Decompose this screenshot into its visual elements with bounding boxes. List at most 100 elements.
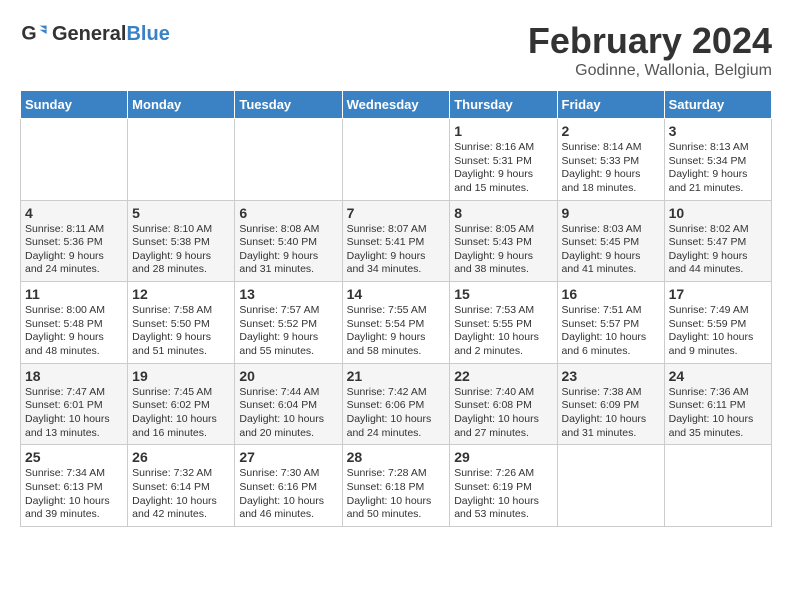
day-info: Sunrise: 7:53 AM <box>454 304 552 318</box>
calendar-cell: 22Sunrise: 7:40 AMSunset: 6:08 PMDayligh… <box>450 363 557 445</box>
calendar-cell: 9Sunrise: 8:03 AMSunset: 5:45 PMDaylight… <box>557 200 664 282</box>
calendar-cell <box>128 119 235 201</box>
day-header-friday: Friday <box>557 91 664 119</box>
calendar-cell: 24Sunrise: 7:36 AMSunset: 6:11 PMDayligh… <box>664 363 771 445</box>
day-info: Daylight: 9 hours and 24 minutes. <box>25 250 123 277</box>
calendar-cell <box>21 119 128 201</box>
calendar-cell <box>235 119 342 201</box>
day-info: Sunrise: 7:49 AM <box>669 304 767 318</box>
day-info: Sunset: 5:33 PM <box>562 155 660 169</box>
day-info: Sunset: 6:02 PM <box>132 399 230 413</box>
day-info: Daylight: 9 hours and 51 minutes. <box>132 331 230 358</box>
day-header-thursday: Thursday <box>450 91 557 119</box>
calendar-cell <box>664 445 771 527</box>
day-number: 4 <box>25 205 123 221</box>
day-info: Sunset: 6:18 PM <box>347 481 446 495</box>
day-number: 27 <box>239 449 337 465</box>
day-info: Sunset: 5:38 PM <box>132 236 230 250</box>
day-info: Sunset: 5:50 PM <box>132 318 230 332</box>
day-info: Sunset: 5:59 PM <box>669 318 767 332</box>
day-info: Sunrise: 8:10 AM <box>132 223 230 237</box>
day-info: Daylight: 10 hours and 53 minutes. <box>454 495 552 522</box>
day-info: Sunset: 6:16 PM <box>239 481 337 495</box>
day-number: 12 <box>132 286 230 302</box>
day-info: Sunset: 6:11 PM <box>669 399 767 413</box>
day-number: 25 <box>25 449 123 465</box>
calendar-title: February 2024 <box>528 20 772 62</box>
calendar-cell: 15Sunrise: 7:53 AMSunset: 5:55 PMDayligh… <box>450 282 557 364</box>
day-info: Sunset: 5:54 PM <box>347 318 446 332</box>
calendar-cell: 25Sunrise: 7:34 AMSunset: 6:13 PMDayligh… <box>21 445 128 527</box>
day-info: Daylight: 9 hours and 18 minutes. <box>562 168 660 195</box>
day-info: Daylight: 10 hours and 31 minutes. <box>562 413 660 440</box>
day-number: 19 <box>132 368 230 384</box>
day-info: Sunrise: 7:44 AM <box>239 386 337 400</box>
day-info: Sunrise: 7:58 AM <box>132 304 230 318</box>
day-info: Daylight: 10 hours and 20 minutes. <box>239 413 337 440</box>
day-info: Sunrise: 8:02 AM <box>669 223 767 237</box>
day-info: Daylight: 9 hours and 58 minutes. <box>347 331 446 358</box>
calendar-cell: 23Sunrise: 7:38 AMSunset: 6:09 PMDayligh… <box>557 363 664 445</box>
calendar-cell: 21Sunrise: 7:42 AMSunset: 6:06 PMDayligh… <box>342 363 450 445</box>
day-info: Sunset: 5:34 PM <box>669 155 767 169</box>
day-info: Daylight: 9 hours and 15 minutes. <box>454 168 552 195</box>
day-number: 14 <box>347 286 446 302</box>
day-info: Sunrise: 7:57 AM <box>239 304 337 318</box>
calendar-week-1: 1Sunrise: 8:16 AMSunset: 5:31 PMDaylight… <box>21 119 772 201</box>
day-info: Sunrise: 7:30 AM <box>239 467 337 481</box>
day-info: Daylight: 10 hours and 35 minutes. <box>669 413 767 440</box>
calendar-cell: 29Sunrise: 7:26 AMSunset: 6:19 PMDayligh… <box>450 445 557 527</box>
day-info: Sunset: 5:41 PM <box>347 236 446 250</box>
calendar-cell: 8Sunrise: 8:05 AMSunset: 5:43 PMDaylight… <box>450 200 557 282</box>
day-number: 3 <box>669 123 767 139</box>
calendar-cell: 13Sunrise: 7:57 AMSunset: 5:52 PMDayligh… <box>235 282 342 364</box>
day-number: 7 <box>347 205 446 221</box>
svg-text:G: G <box>21 23 36 45</box>
day-number: 15 <box>454 286 552 302</box>
day-info: Sunrise: 8:14 AM <box>562 141 660 155</box>
day-header-saturday: Saturday <box>664 91 771 119</box>
calendar-cell <box>342 119 450 201</box>
logo-text: GeneralBlue <box>52 23 170 45</box>
day-number: 20 <box>239 368 337 384</box>
day-header-sunday: Sunday <box>21 91 128 119</box>
day-info: Daylight: 10 hours and 42 minutes. <box>132 495 230 522</box>
calendar-cell: 14 Sunrise: 7:55 AMSunset: 5:54 PMDayligh… <box>342 282 450 364</box>
day-info: Daylight: 10 hours and 50 minutes. <box>347 495 446 522</box>
day-info: Sunset: 6:14 PM <box>132 481 230 495</box>
day-info: Daylight: 10 hours and 24 minutes. <box>347 413 446 440</box>
calendar-cell: 16Sunrise: 7:51 AMSunset: 5:57 PMDayligh… <box>557 282 664 364</box>
day-info: Daylight: 10 hours and 46 minutes. <box>239 495 337 522</box>
calendar-week-2: 4Sunrise: 8:11 AMSunset: 5:36 PMDaylight… <box>21 200 772 282</box>
day-info: Sunset: 6:08 PM <box>454 399 552 413</box>
day-info: Sunset: 6:09 PM <box>562 399 660 413</box>
day-info: Sunrise: 8:03 AM <box>562 223 660 237</box>
day-info: Sunset: 6:01 PM <box>25 399 123 413</box>
day-number: 28 <box>347 449 446 465</box>
header: G GeneralBlue February 2024 Godinne, Wal… <box>20 20 772 80</box>
calendar-cell: 1Sunrise: 8:16 AMSunset: 5:31 PMDaylight… <box>450 119 557 201</box>
day-info: Sunset: 5:48 PM <box>25 318 123 332</box>
day-number: 16 <box>562 286 660 302</box>
calendar-cell: 28Sunrise: 7:28 AMSunset: 6:18 PMDayligh… <box>342 445 450 527</box>
calendar-cell: 18Sunrise: 7:47 AMSunset: 6:01 PMDayligh… <box>21 363 128 445</box>
day-info: Sunset: 6:06 PM <box>347 399 446 413</box>
calendar-cell: 11Sunrise: 8:00 AMSunset: 5:48 PMDayligh… <box>21 282 128 364</box>
logo: G GeneralBlue <box>20 20 170 48</box>
day-info: Sunrise: 8:00 AM <box>25 304 123 318</box>
calendar-cell: 2Sunrise: 8:14 AMSunset: 5:33 PMDaylight… <box>557 119 664 201</box>
day-info: Sunrise: 7:38 AM <box>562 386 660 400</box>
day-number: 18 <box>25 368 123 384</box>
day-info: Sunrise: 8:13 AM <box>669 141 767 155</box>
day-info: Daylight: 9 hours and 31 minutes. <box>239 250 337 277</box>
day-number: 24 <box>669 368 767 384</box>
day-info: Sunset: 5:52 PM <box>239 318 337 332</box>
day-info: Sunrise: 7:55 AM <box>347 304 446 318</box>
calendar-cell <box>557 445 664 527</box>
day-info: Sunset: 5:40 PM <box>239 236 337 250</box>
calendar-cell: 20Sunrise: 7:44 AMSunset: 6:04 PMDayligh… <box>235 363 342 445</box>
day-info: Sunset: 5:43 PM <box>454 236 552 250</box>
calendar-cell: 5Sunrise: 8:10 AMSunset: 5:38 PMDaylight… <box>128 200 235 282</box>
day-info: Daylight: 9 hours and 41 minutes. <box>562 250 660 277</box>
day-info: Daylight: 10 hours and 27 minutes. <box>454 413 552 440</box>
